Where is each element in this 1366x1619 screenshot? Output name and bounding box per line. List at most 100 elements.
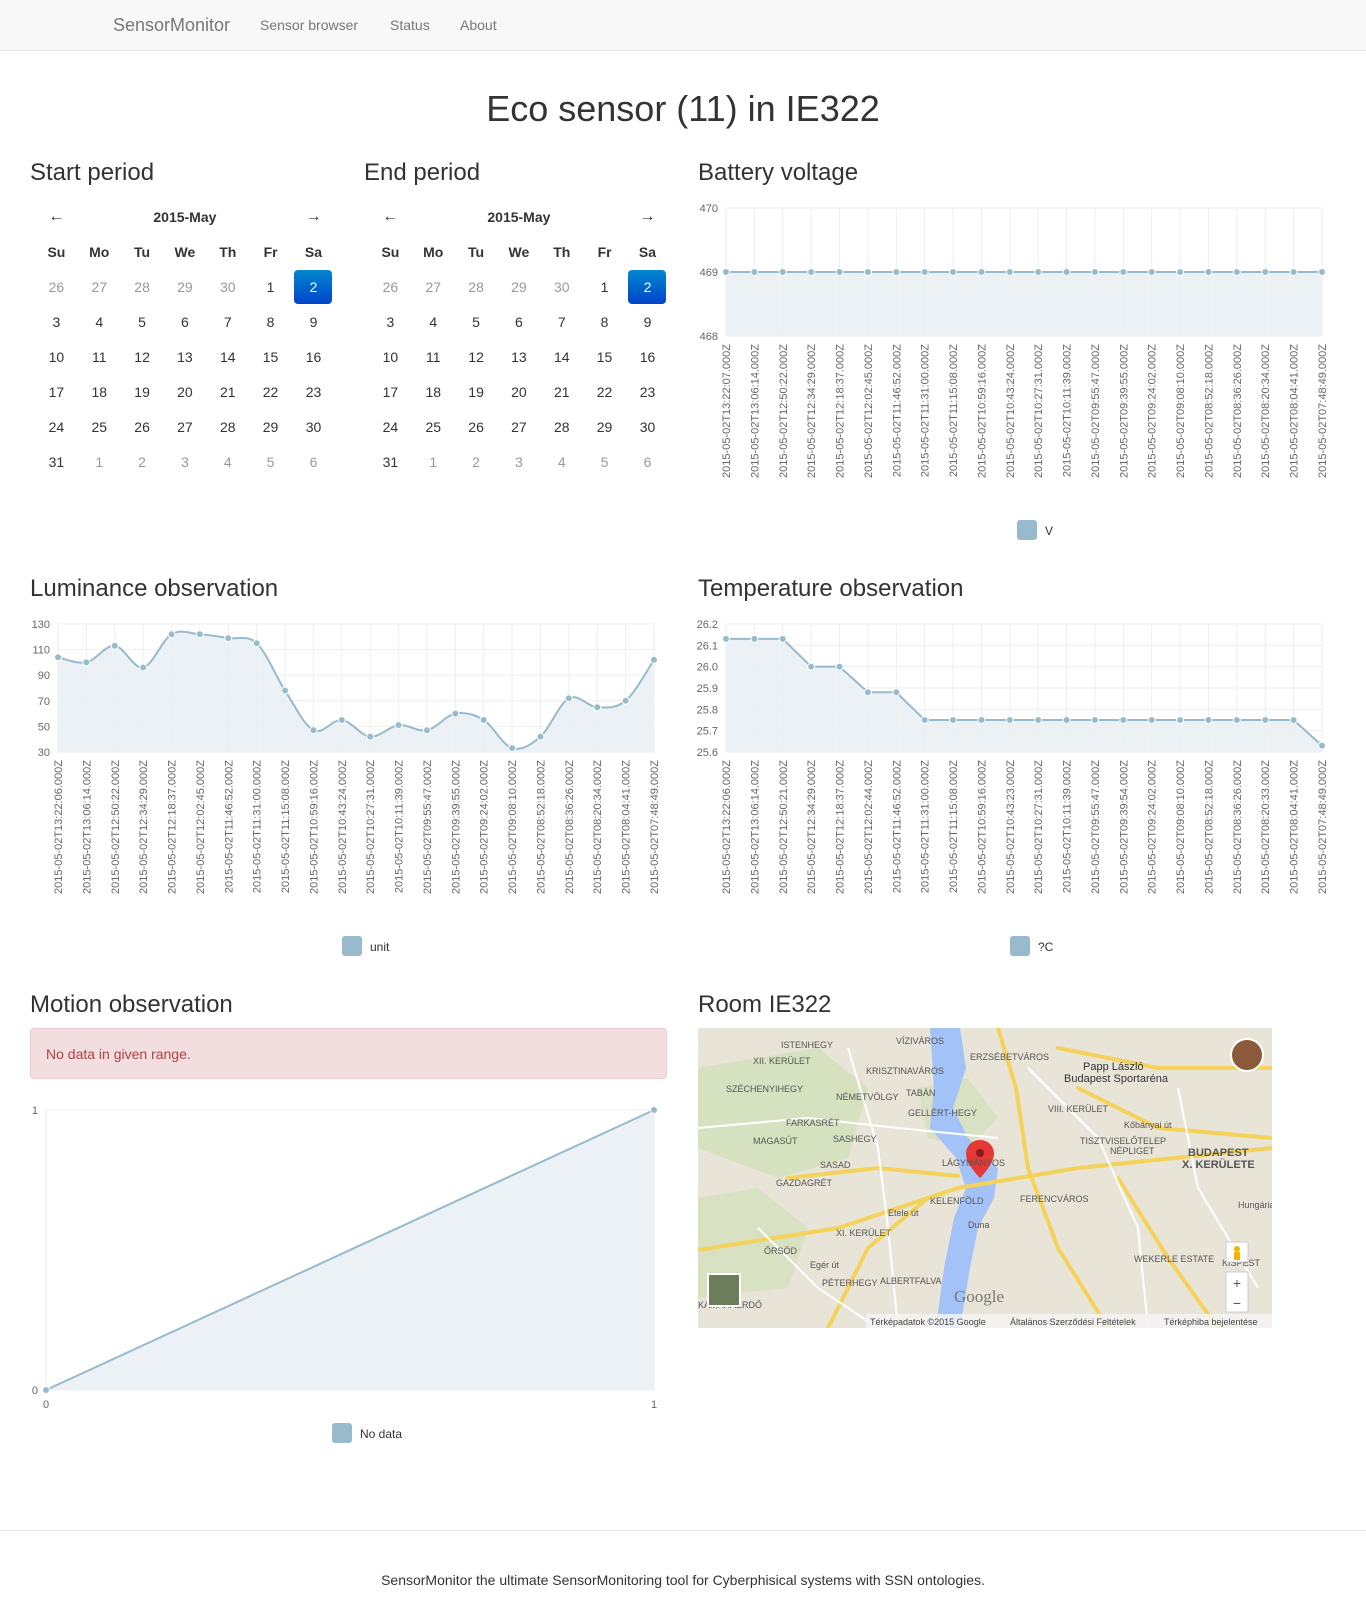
calendar-day[interactable]: 12 [455,339,498,374]
calendar-day[interactable]: 3 [497,444,540,479]
calendar-day[interactable]: 13 [163,339,206,374]
calendar-day[interactable]: 27 [78,269,121,304]
calendar-day[interactable]: 23 [292,374,335,409]
calendar-day[interactable]: 26 [35,269,78,304]
calendar-day[interactable]: 3 [35,304,78,339]
calendar-day[interactable]: 6 [163,304,206,339]
calendar-day[interactable]: 20 [497,374,540,409]
calendar-day[interactable]: 6 [497,304,540,339]
calendar-day[interactable]: 24 [35,409,78,444]
calendar-day-selected[interactable]: 2 [292,269,335,304]
satellite-toggle[interactable] [707,1273,741,1307]
calendar-day[interactable]: 22 [583,374,626,409]
calendar-day[interactable]: 17 [35,374,78,409]
calendar-day[interactable]: 4 [206,444,249,479]
next-month-arrow-icon[interactable]: → [626,199,669,234]
calendar-day[interactable]: 20 [163,374,206,409]
map-canvas[interactable]: ISTENHEGY VÍZIVÁROS ERZSÉBETVÁROS XII. K… [698,1028,1272,1328]
calendar-day[interactable]: 16 [626,339,669,374]
calendar-day[interactable]: 31 [35,444,78,479]
calendar-day[interactable]: 6 [292,444,335,479]
calendar-day[interactable]: 19 [121,374,164,409]
calendar-day[interactable]: 1 [78,444,121,479]
calendar-day[interactable]: 5 [455,304,498,339]
calendar-day[interactable]: 15 [249,339,292,374]
calendar-day[interactable]: 12 [121,339,164,374]
calendar-day[interactable]: 4 [78,304,121,339]
calendar-day[interactable]: 28 [206,409,249,444]
calendar-day[interactable]: 2 [121,444,164,479]
calendar-day[interactable]: 14 [206,339,249,374]
calendar-day[interactable]: 30 [292,409,335,444]
calendar-day[interactable]: 11 [412,339,455,374]
nav-status[interactable]: Status [390,17,430,33]
calendar-day[interactable]: 6 [626,444,669,479]
calendar-day[interactable]: 3 [163,444,206,479]
calendar-day[interactable]: 31 [369,444,412,479]
calendar-day[interactable]: 19 [455,374,498,409]
calendar-day[interactable]: 26 [369,269,412,304]
calendar-day[interactable]: 30 [540,269,583,304]
calendar-day[interactable]: 9 [626,304,669,339]
x-tick-label: 2015-05-02T10:11:39.000Z [394,760,406,893]
nav-about[interactable]: About [460,17,497,33]
calendar-day[interactable]: 8 [249,304,292,339]
calendar-day[interactable]: 29 [163,269,206,304]
calendar-day[interactable]: 25 [412,409,455,444]
calendar-day[interactable]: 27 [497,409,540,444]
calendar-day[interactable]: 14 [540,339,583,374]
month-switch[interactable]: 2015-May [78,199,292,234]
nav-sensor-browser[interactable]: Sensor browser [260,17,358,33]
calendar-day[interactable]: 18 [412,374,455,409]
calendar-day[interactable]: 29 [583,409,626,444]
calendar-day[interactable]: 29 [497,269,540,304]
calendar-day[interactable]: 30 [206,269,249,304]
calendar-day[interactable]: 7 [540,304,583,339]
calendar-day[interactable]: 10 [369,339,412,374]
map-attribution: Térképadatok ©2015 Google [870,1317,986,1327]
calendar-day[interactable]: 11 [78,339,121,374]
brand-link[interactable]: SensorMonitor [113,15,230,36]
month-switch[interactable]: 2015-May [412,199,626,234]
room-map[interactable]: ISTENHEGY VÍZIVÁROS ERZSÉBETVÁROS XII. K… [698,1028,1272,1328]
calendar-day[interactable]: 28 [540,409,583,444]
calendar-day[interactable]: 26 [121,409,164,444]
calendar-day[interactable]: 29 [249,409,292,444]
next-month-arrow-icon[interactable]: → [292,199,335,234]
calendar-day[interactable]: 15 [583,339,626,374]
calendar-day[interactable]: 21 [540,374,583,409]
calendar-day[interactable]: 9 [292,304,335,339]
calendar-day[interactable]: 22 [249,374,292,409]
calendar-day[interactable]: 26 [455,409,498,444]
calendar-day[interactable]: 28 [121,269,164,304]
calendar-day[interactable]: 7 [206,304,249,339]
calendar-day[interactable]: 27 [412,269,455,304]
calendar-day[interactable]: 10 [35,339,78,374]
calendar-day[interactable]: 5 [583,444,626,479]
calendar-day[interactable]: 16 [292,339,335,374]
calendar-day[interactable]: 30 [626,409,669,444]
prev-month-arrow-icon[interactable]: ← [369,199,412,234]
prev-month-arrow-icon[interactable]: ← [35,199,78,234]
calendar-day[interactable]: 13 [497,339,540,374]
calendar-day[interactable]: 1 [249,269,292,304]
calendar-day[interactable]: 8 [583,304,626,339]
calendar-day[interactable]: 4 [412,304,455,339]
calendar-day[interactable]: 25 [78,409,121,444]
calendar-day[interactable]: 3 [369,304,412,339]
calendar-day[interactable]: 27 [163,409,206,444]
calendar-day[interactable]: 5 [121,304,164,339]
calendar-day[interactable]: 28 [455,269,498,304]
calendar-day-selected[interactable]: 2 [626,269,669,304]
calendar-day[interactable]: 23 [626,374,669,409]
calendar-day[interactable]: 2 [455,444,498,479]
calendar-day[interactable]: 1 [583,269,626,304]
calendar-day[interactable]: 24 [369,409,412,444]
calendar-day[interactable]: 17 [369,374,412,409]
x-tick-label: 2015-05-02T09:39:54.000Z [1118,760,1130,894]
calendar-day[interactable]: 5 [249,444,292,479]
calendar-day[interactable]: 4 [540,444,583,479]
calendar-day[interactable]: 18 [78,374,121,409]
calendar-day[interactable]: 21 [206,374,249,409]
calendar-day[interactable]: 1 [412,444,455,479]
